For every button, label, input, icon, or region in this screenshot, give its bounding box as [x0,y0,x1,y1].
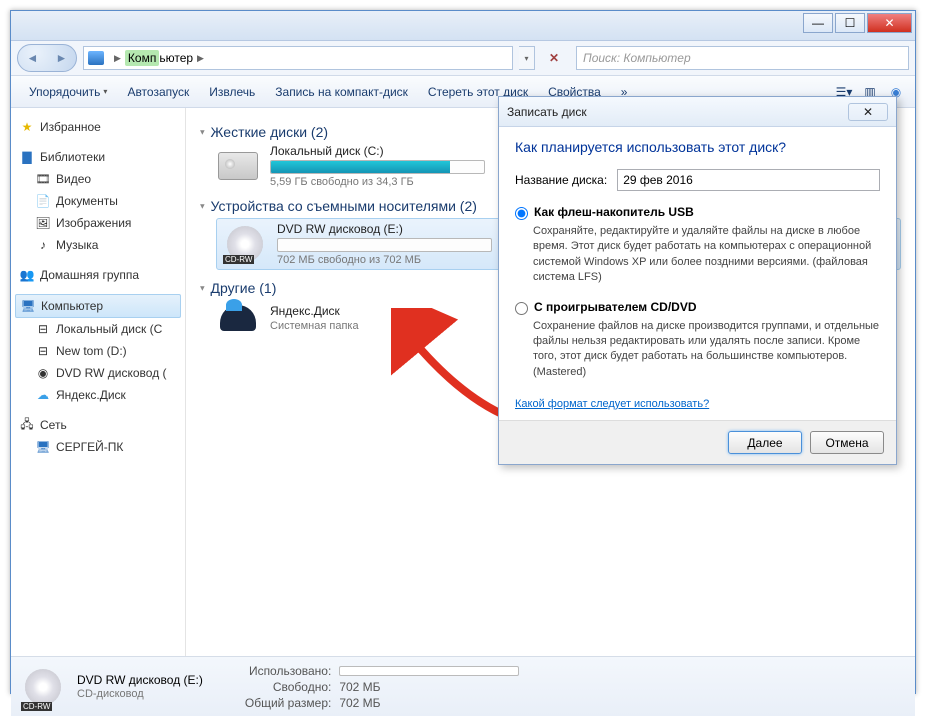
status-used-label: Использовано: [245,664,331,678]
maximize-button[interactable]: ☐ [835,13,865,33]
computer-icon: 🖥 [20,298,36,314]
radio-usb-flash-label: Как флеш-накопитель USB [534,205,694,219]
minimize-button[interactable]: — [803,13,833,33]
drive-e-label: DVD RW дисковод (E:) [277,222,492,236]
drive-c-capacity-bar [270,160,485,174]
next-button[interactable]: Далее [728,431,802,454]
format-help-link[interactable]: Какой формат следует использовать? [515,398,709,410]
cd-rw-badge: CD-RW [21,702,52,711]
dialog-close-button[interactable]: ✕ [848,103,888,121]
breadcrumb[interactable]: ▶ Компьютер ▶ [83,46,513,70]
disc-name-label: Название диска: [515,173,607,187]
status-drive-name: DVD RW дисковод (E:) [77,673,203,687]
eject-button[interactable]: Извлечь [199,81,265,103]
music-icon: ♪ [35,237,51,253]
drive-yandex-label: Яндекс.Диск [270,304,359,318]
hdd-icon [218,152,258,180]
nav-back-forward[interactable]: ◄ ► [17,44,77,72]
search-input[interactable]: Поиск: Компьютер [576,46,909,70]
radio-cd-dvd-desc: Сохранение файлов на диске производится … [533,319,880,381]
cloud-icon: ☁ [35,387,51,403]
sidebar-network[interactable]: 🖧Сеть [15,414,181,436]
cancel-button[interactable]: Отмена [810,431,884,454]
stop-refresh-button[interactable]: ✕ [544,48,564,68]
burn-disc-dialog: Записать диск ✕ Как планируется использо… [498,96,897,465]
network-icon: 🖧 [19,417,35,433]
burn-button[interactable]: Запись на компакт-диск [265,81,418,103]
close-button[interactable]: ✕ [867,13,912,33]
dialog-title: Записать диск [507,105,587,119]
cd-rw-badge: CD-RW [223,255,254,264]
forward-icon: ► [56,51,68,65]
drive-e-capacity-bar [277,238,492,252]
sidebar-item-drive-c[interactable]: ⊟Локальный диск (C [15,318,181,340]
drive-c-label: Локальный диск (C:) [270,144,485,158]
radio-cd-dvd[interactable] [515,302,528,315]
sidebar-item-music[interactable]: ♪Музыка [15,234,181,256]
drive-yandex-sub: Системная папка [270,320,359,332]
drive-e-free: 702 МБ свободно из 702 МБ [277,254,492,266]
status-used-bar [339,666,519,676]
disc-icon [25,669,61,705]
yandex-disk-icon [220,305,256,331]
drive-icon: ⊟ [35,343,51,359]
sidebar: ★Избранное ▇Библиотеки 🎞Видео 📄Документы… [11,108,186,656]
sidebar-item-pc[interactable]: 🖥СЕРГЕЙ-ПК [15,436,181,458]
sidebar-item-images[interactable]: 🖼Изображения [15,212,181,234]
homegroup-icon: 👥 [19,267,35,283]
sidebar-favorites[interactable]: ★Избранное [15,116,181,138]
statusbar: CD-RW DVD RW дисковод (E:) CD-дисковод И… [11,656,915,716]
status-total-value: 702 МБ [339,696,519,710]
star-icon: ★ [19,119,35,135]
status-total-label: Общий размер: [245,696,331,710]
close-icon: ✕ [863,105,873,119]
organize-button[interactable]: Упорядочить▾ [19,81,117,103]
radio-usb-flash-desc: Сохраняйте, редактируйте и удаляйте файл… [533,224,880,286]
maximize-icon: ☐ [845,16,856,30]
breadcrumb-dropdown[interactable]: ▾ [519,46,535,70]
breadcrumb-sep-icon: ▶ [114,53,121,64]
status-free-value: 702 МБ [339,680,519,694]
drive-icon: ⊟ [35,321,51,337]
disc-icon: ◉ [35,365,51,381]
breadcrumb-highlight: Комп [125,50,159,66]
sidebar-item-documents[interactable]: 📄Документы [15,190,181,212]
radio-cd-dvd-label: С проигрывателем CD/DVD [534,300,697,314]
back-icon: ◄ [27,51,39,65]
image-icon: 🖼 [35,215,51,231]
breadcrumb-sep-icon: ▶ [197,53,204,64]
sidebar-item-yandex[interactable]: ☁Яндекс.Диск [15,384,181,406]
sidebar-homegroup[interactable]: 👥Домашняя группа [15,264,181,286]
video-icon: 🎞 [35,171,51,187]
sidebar-item-drive-e[interactable]: ◉DVD RW дисковод ( [15,362,181,384]
status-drive-type: CD-дисковод [77,688,203,700]
disc-name-input[interactable] [617,169,880,191]
drive-c-free: 5,59 ГБ свободно из 34,3 ГБ [270,176,485,188]
titlebar: — ☐ ✕ [11,11,915,41]
sidebar-libraries[interactable]: ▇Библиотеки [15,146,181,168]
chevron-down-icon: ▾ [103,87,107,96]
computer-icon [88,51,104,65]
dialog-titlebar: Записать диск ✕ [499,97,896,127]
dialog-heading: Как планируется использовать этот диск? [515,139,880,155]
autoplay-button[interactable]: Автозапуск [117,81,199,103]
close-icon: ✕ [884,16,894,30]
radio-usb-flash[interactable] [515,207,528,220]
sidebar-item-video[interactable]: 🎞Видео [15,168,181,190]
sidebar-computer[interactable]: 🖥Компьютер [15,294,181,318]
minimize-icon: — [812,16,824,30]
status-free-label: Свободно: [245,680,331,694]
document-icon: 📄 [35,193,51,209]
nav-row: ◄ ► ▶ Компьютер ▶ ▾ ✕ Поиск: Компьютер [11,41,915,76]
sidebar-item-drive-d[interactable]: ⊟New tom (D:) [15,340,181,362]
library-icon: ▇ [19,149,35,165]
computer-icon: 🖥 [35,439,51,455]
